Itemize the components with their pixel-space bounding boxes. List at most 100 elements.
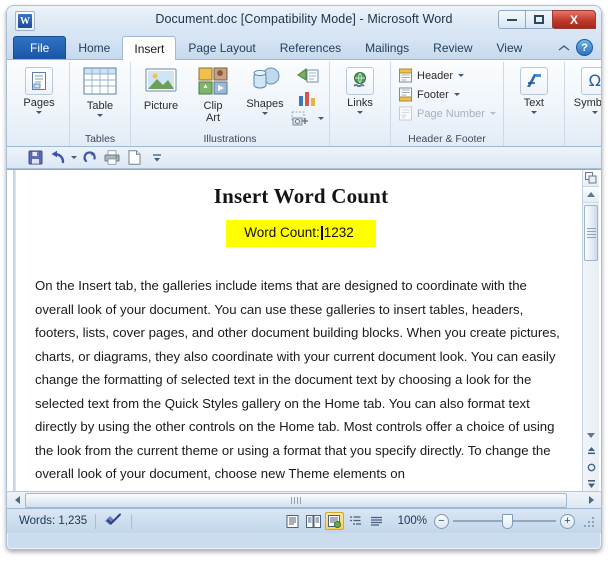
outline-view-icon [349, 515, 361, 525]
zoom-in-button[interactable]: + [560, 513, 575, 529]
chevron-down-icon[interactable] [591, 111, 598, 114]
word-count-status[interactable]: Words: 1,235 [13, 515, 87, 527]
horizontal-scroll-track[interactable] [25, 492, 583, 508]
horizontal-scroll-thumb[interactable] [25, 492, 567, 508]
text-glyph [526, 74, 541, 87]
shapes-button[interactable]: Shapes [239, 65, 291, 115]
zoom-level-label[interactable]: 100% [398, 515, 427, 527]
omega-glyph: Ω [588, 71, 601, 90]
tab-file[interactable]: File [13, 36, 67, 59]
tab-page-layout[interactable]: Page Layout [176, 36, 267, 59]
links-button[interactable]: Links [334, 65, 386, 114]
zoom-slider[interactable] [453, 513, 556, 529]
footer-glyph [399, 87, 412, 102]
view-ruler-icon[interactable] [583, 170, 599, 187]
text-button[interactable]: Text [508, 65, 560, 114]
maximize-button[interactable] [525, 10, 553, 29]
minimize-button[interactable] [498, 10, 526, 29]
chevron-down-icon[interactable] [489, 112, 496, 115]
chevron-down-icon[interactable] [262, 112, 268, 115]
print-layout-view-button[interactable] [283, 512, 302, 530]
previous-page-button[interactable] [583, 443, 599, 459]
group-label-header-footer: Header & Footer [408, 133, 486, 145]
chevron-down-icon[interactable] [357, 111, 363, 114]
illustrations-stacked-buttons [291, 65, 325, 129]
vertical-scroll-thumb[interactable] [584, 205, 598, 261]
document-page[interactable]: Insert Word Count Word Count: 1232 On the… [13, 170, 579, 491]
footer-button[interactable]: Footer [395, 85, 463, 104]
picture-button[interactable]: Picture [135, 65, 187, 112]
picture-label: Picture [143, 100, 179, 112]
clip-art-label: Clip Art [203, 100, 223, 124]
document-content: Insert Word Count Word Count: 1232 On the… [35, 184, 567, 486]
close-button[interactable]: X [552, 10, 596, 29]
vertical-scrollbar[interactable] [582, 170, 599, 491]
resize-grip-icon[interactable] [581, 514, 595, 528]
chevron-down-icon[interactable] [97, 114, 103, 117]
word-count-field[interactable]: Word Count: 1232 [226, 220, 376, 247]
customize-toolbar-icon[interactable] [146, 149, 167, 167]
save-icon[interactable] [25, 149, 46, 167]
group-label-illustrations: Illustrations [203, 133, 257, 145]
scroll-down-button[interactable] [583, 427, 599, 443]
footer-label: Footer [417, 88, 449, 101]
collapse-ribbon-glyph [558, 45, 570, 51]
tab-mailings[interactable]: Mailings [353, 36, 421, 59]
group-label-symbols [569, 132, 601, 146]
chart-button[interactable] [291, 87, 325, 108]
header-button[interactable]: Header [395, 66, 467, 85]
chart-icon [299, 91, 315, 106]
screenshot-button[interactable] [291, 108, 325, 129]
chevron-down-icon[interactable] [318, 117, 324, 120]
text-icon [519, 67, 548, 95]
header-glyph [399, 68, 412, 83]
undo-dropdown-icon[interactable] [69, 149, 79, 167]
page-left-edge [13, 170, 16, 491]
zoom-out-button[interactable]: − [434, 513, 449, 529]
web-layout-view-button[interactable] [324, 512, 344, 530]
chevron-up-icon[interactable] [556, 40, 572, 56]
zoom-slider-thumb[interactable] [502, 513, 513, 529]
draft-view-button[interactable] [367, 512, 386, 530]
tab-home[interactable]: Home [66, 36, 122, 59]
tab-references[interactable]: References [268, 36, 353, 59]
undo-icon[interactable] [47, 149, 68, 167]
chevron-down-icon[interactable] [453, 93, 460, 96]
page-number-glyph: # [399, 106, 412, 121]
smartart-button[interactable] [291, 66, 325, 87]
help-icon[interactable]: ? [576, 39, 593, 56]
pages-button[interactable]: Pages [13, 65, 65, 114]
scroll-grip-icon [586, 226, 596, 240]
clip-art-button[interactable]: Clip Art [187, 65, 239, 124]
ribbon-group-header-footer: Header Footer # Page Number Header & Foo… [391, 62, 504, 146]
scroll-up-button[interactable] [583, 187, 599, 203]
horizontal-scrollbar[interactable] [7, 491, 601, 508]
new-document-icon[interactable] [124, 149, 145, 167]
ribbon-group-pages: Pages [9, 62, 70, 146]
table-button[interactable]: Table [74, 65, 126, 117]
tab-view[interactable]: View [485, 36, 535, 59]
tab-insert[interactable]: Insert [122, 36, 177, 60]
page-number-button[interactable]: # Page Number [395, 104, 499, 123]
next-page-button[interactable] [583, 475, 599, 491]
chevron-down-icon[interactable] [458, 74, 465, 77]
redo-icon[interactable] [80, 149, 101, 167]
group-items: Header Footer # Page Number [395, 62, 499, 132]
ribbon-group-symbols: Ω Symbols [565, 62, 601, 146]
scroll-left-button[interactable] [9, 493, 25, 508]
select-browse-object-button[interactable] [583, 459, 599, 475]
document-body-paragraph[interactable]: On the Insert tab, the galleries include… [35, 274, 567, 486]
page-number-icon: # [398, 106, 413, 121]
tab-review[interactable]: Review [421, 36, 484, 59]
print-preview-icon[interactable] [102, 149, 123, 167]
chevron-down-icon[interactable] [530, 111, 537, 114]
symbols-button[interactable]: Ω Symbols [569, 65, 601, 114]
proofing-errors-icon[interactable] [104, 512, 123, 531]
scroll-right-button[interactable] [583, 493, 599, 508]
ribbon-group-links: Links [330, 62, 391, 146]
outline-view-button[interactable] [346, 512, 365, 530]
full-screen-reading-view-button[interactable] [304, 512, 323, 530]
links-glyph [353, 72, 366, 87]
ribbon: Pages Table Tables Picture Clip Art Shap… [7, 60, 601, 147]
chevron-down-icon[interactable] [36, 111, 42, 114]
